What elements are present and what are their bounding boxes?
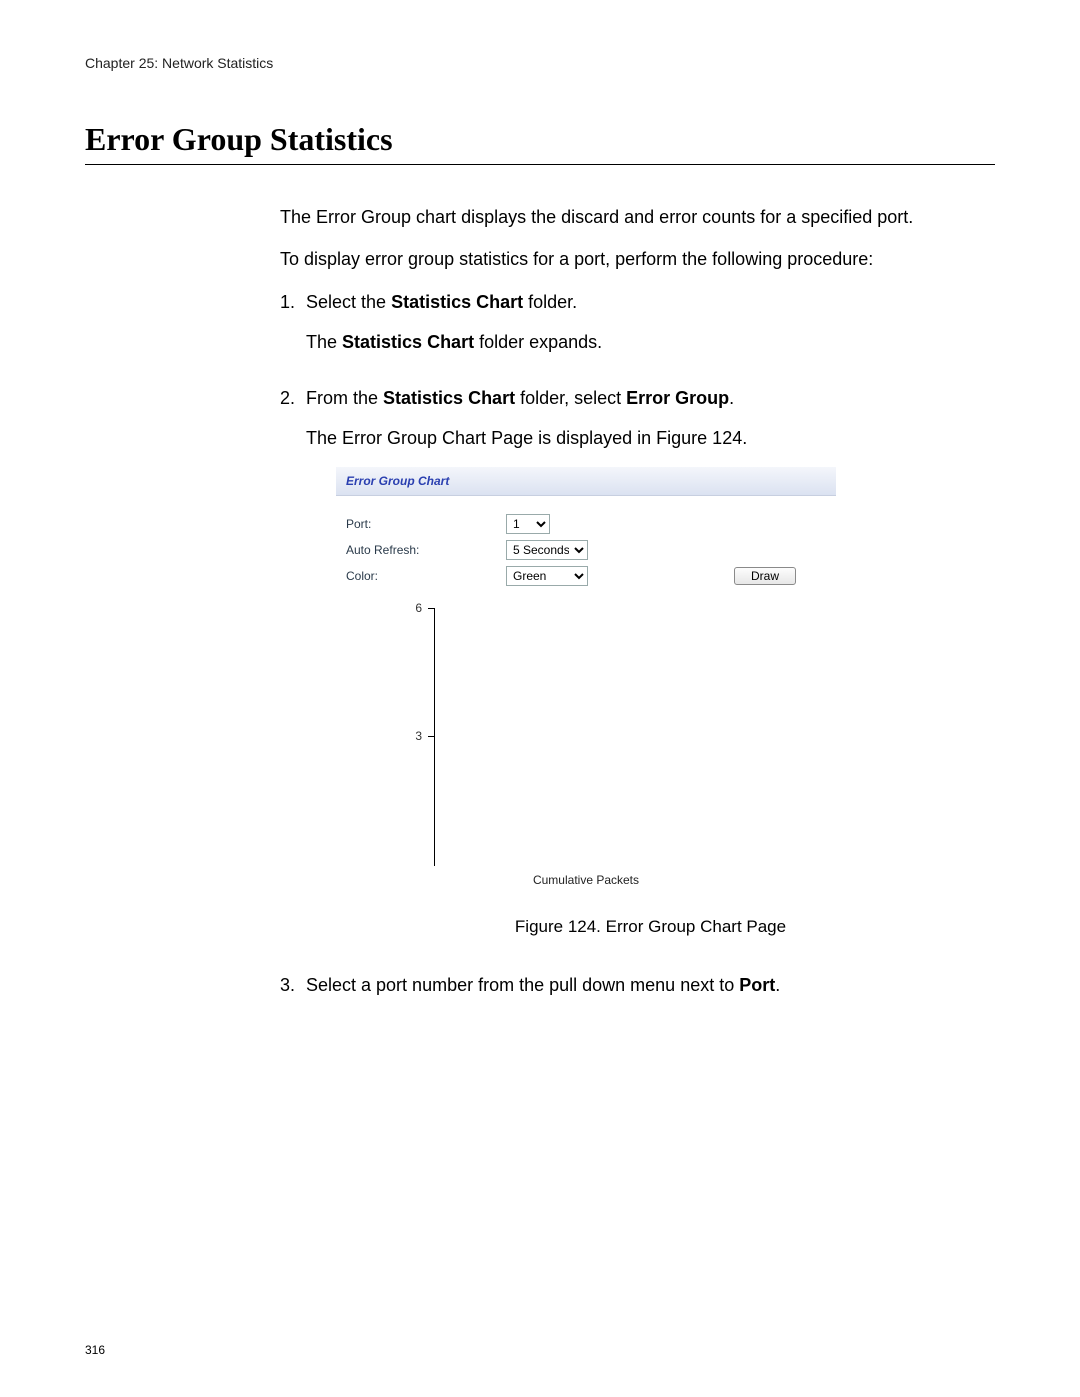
y-axis	[434, 608, 435, 866]
intro-paragraph-2: To display error group statistics for a …	[280, 247, 995, 271]
step-3: 3. Select a port number from the pull do…	[280, 973, 995, 1013]
step-1-line-2: The Statistics Chart folder expands.	[306, 330, 995, 354]
intro-paragraph-1: The Error Group chart displays the disca…	[280, 205, 995, 229]
draw-button[interactable]: Draw	[734, 567, 796, 585]
y-tick-6	[428, 608, 434, 609]
text-bold: Error Group	[626, 388, 729, 408]
text: .	[729, 388, 734, 408]
text: folder.	[523, 292, 577, 312]
color-label: Color:	[346, 568, 506, 584]
step-1-line-1: Select the Statistics Chart folder.	[306, 290, 995, 314]
auto-refresh-row: Auto Refresh: 5 Seconds	[346, 540, 826, 560]
auto-refresh-label: Auto Refresh:	[346, 542, 506, 558]
text: folder expands.	[474, 332, 602, 352]
text-bold: Statistics Chart	[391, 292, 523, 312]
step-1: 1. Select the Statistics Chart folder. T…	[280, 290, 995, 371]
text: .	[775, 975, 780, 995]
text: Select the	[306, 292, 391, 312]
x-axis-label: Cumulative Packets	[346, 872, 826, 888]
text-bold: Statistics Chart	[383, 388, 515, 408]
port-label: Port:	[346, 516, 506, 532]
text: folder, select	[515, 388, 626, 408]
y-tick-3	[428, 736, 434, 737]
error-group-chart-panel: Error Group Chart Port: 1 Auto Refresh:	[336, 467, 836, 902]
y-tick-label-6: 6	[404, 600, 422, 616]
page-number: 316	[85, 1343, 105, 1357]
text: The	[306, 332, 342, 352]
step-3-line-1: Select a port number from the pull down …	[306, 973, 995, 997]
step-3-number: 3.	[280, 973, 306, 1013]
color-select[interactable]: Green	[506, 566, 588, 586]
step-1-number: 1.	[280, 290, 306, 371]
y-tick-label-3: 3	[404, 728, 422, 744]
text: Select a port number from the pull down …	[306, 975, 739, 995]
chapter-header: Chapter 25: Network Statistics	[85, 55, 995, 71]
text-bold: Statistics Chart	[342, 332, 474, 352]
auto-refresh-select[interactable]: 5 Seconds	[506, 540, 588, 560]
figure-caption: Figure 124. Error Group Chart Page	[306, 916, 995, 939]
step-2-line-1: From the Statistics Chart folder, select…	[306, 386, 995, 410]
panel-title: Error Group Chart	[336, 467, 836, 496]
chart-area: 6 3 Cumulative Packets	[346, 602, 826, 892]
port-row: Port: 1	[346, 514, 826, 534]
section-rule	[85, 164, 995, 165]
text: From the	[306, 388, 383, 408]
step-2: 2. From the Statistics Chart folder, sel…	[280, 386, 995, 957]
step-2-number: 2.	[280, 386, 306, 957]
port-select[interactable]: 1	[506, 514, 550, 534]
color-row: Color: Green Draw	[346, 566, 826, 586]
step-2-line-2: The Error Group Chart Page is displayed …	[306, 426, 995, 450]
section-title: Error Group Statistics	[85, 121, 995, 158]
text-bold: Port	[739, 975, 775, 995]
